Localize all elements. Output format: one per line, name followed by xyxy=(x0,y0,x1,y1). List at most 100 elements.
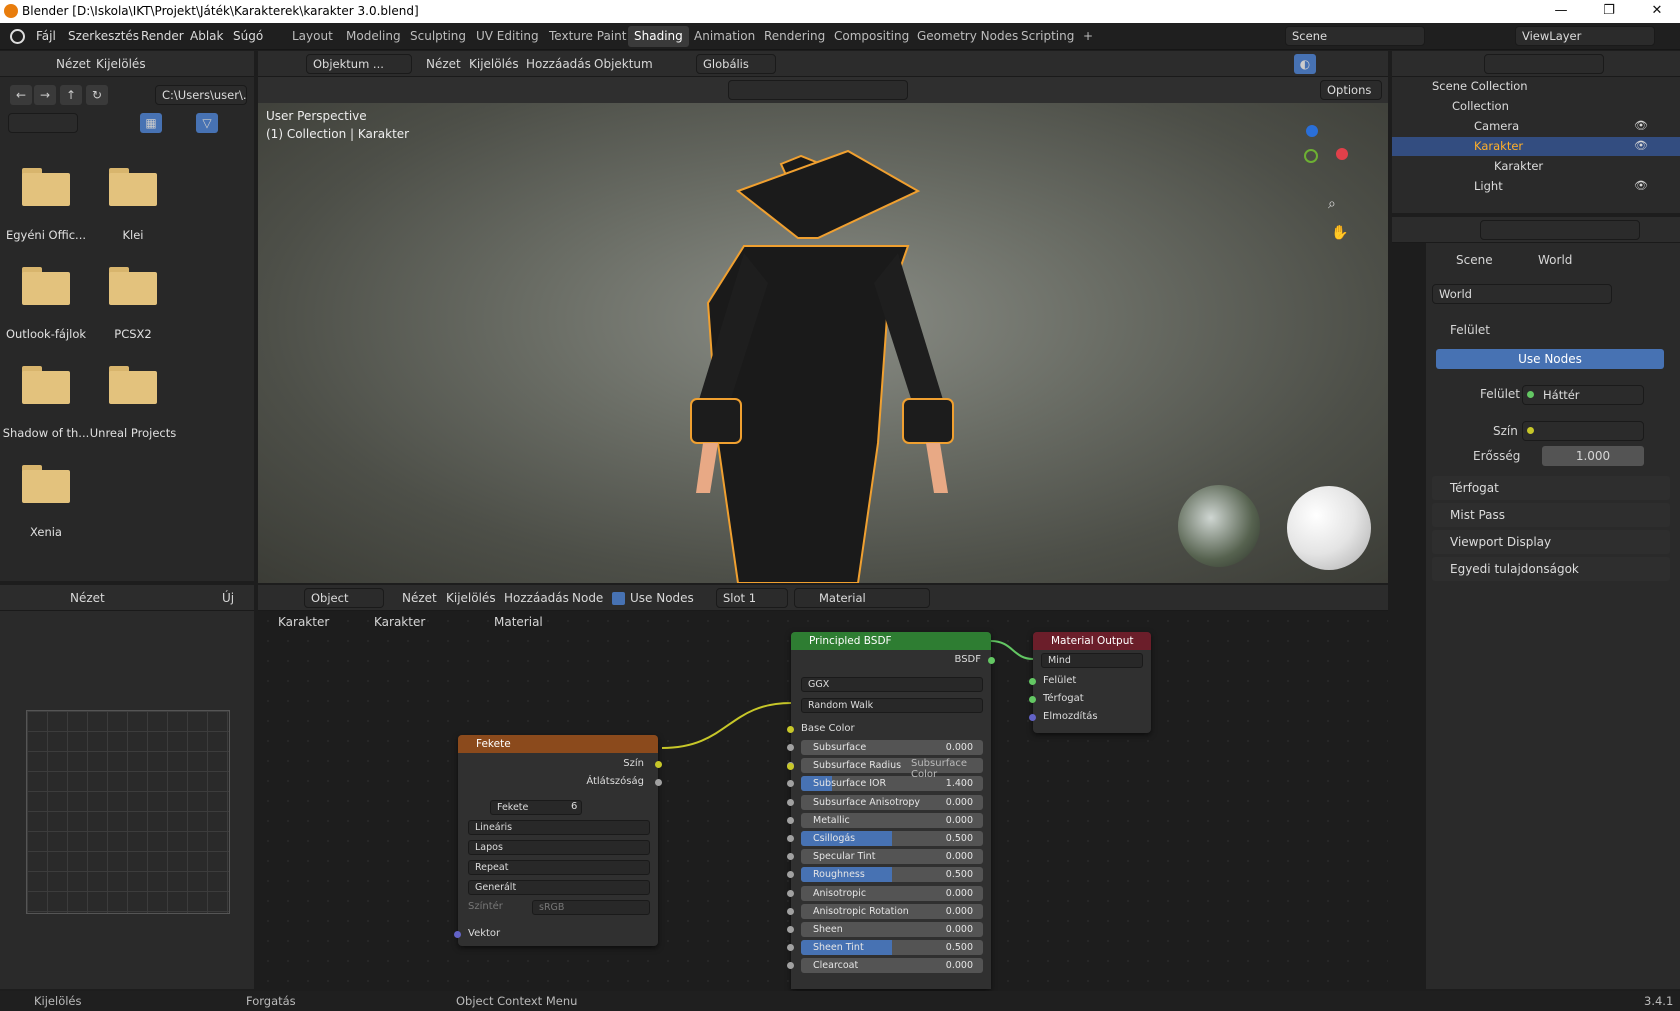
distribution-dropdown[interactable]: GGX xyxy=(801,677,983,692)
back-arrow-icon[interactable]: ← xyxy=(10,85,32,105)
menu-help[interactable]: Súgó xyxy=(233,29,263,43)
bsdf-slider[interactable]: Csillogás 0.500 xyxy=(801,831,983,846)
surface-socket-icon[interactable] xyxy=(1029,678,1036,685)
section-surface[interactable]: Felület xyxy=(1432,318,1670,342)
menu-file[interactable]: Fájl xyxy=(36,29,56,43)
section-mist-pass[interactable]: Mist Pass xyxy=(1432,503,1670,527)
folder-icon[interactable] xyxy=(22,267,70,305)
tab-sculpting[interactable]: Sculpting xyxy=(404,26,472,47)
use-nodes-checkbox[interactable] xyxy=(612,592,625,605)
properties-search-input[interactable] xyxy=(1480,220,1640,240)
outliner-item-scene-collection[interactable]: Scene Collection xyxy=(1432,77,1528,96)
zoom-icon[interactable]: ⌕ xyxy=(1328,196,1350,218)
outliner-search-input[interactable] xyxy=(1484,54,1604,74)
material-field[interactable]: Material xyxy=(794,588,930,608)
menu-window[interactable]: Ablak xyxy=(190,29,223,43)
alpha-socket-icon[interactable] xyxy=(655,779,662,786)
gizmo-x-axis-icon[interactable] xyxy=(1336,148,1348,160)
scene-selector[interactable]: Scene xyxy=(1285,26,1425,46)
world-datablock-field[interactable]: World xyxy=(1432,284,1612,304)
folder-label[interactable]: Unreal Projects xyxy=(89,426,177,440)
filter-icon[interactable]: ▽ xyxy=(196,113,218,133)
bsdf-slider[interactable]: Specular Tint 0.000 xyxy=(801,849,983,865)
input-socket-icon[interactable] xyxy=(787,780,794,788)
minimize-button[interactable]: — xyxy=(1538,0,1584,23)
thumbnail-view-icon[interactable]: ▦ xyxy=(140,113,162,133)
sss-method-dropdown[interactable]: Random Walk xyxy=(801,698,983,713)
tab-layout[interactable]: Layout xyxy=(286,26,339,47)
crumb-mesh[interactable]: Karakter xyxy=(374,615,425,629)
ne-menu-select[interactable]: Kijelölés xyxy=(446,589,496,609)
bsdf-slider[interactable]: Subsurface Anisotropy 0.000 xyxy=(801,794,983,810)
tab-uv-editing[interactable]: UV Editing xyxy=(470,26,545,47)
surface-shader-field[interactable]: Háttér xyxy=(1522,385,1644,405)
crumb-material[interactable]: Material xyxy=(494,615,543,629)
ne-menu-view[interactable]: Nézet xyxy=(402,589,437,609)
input-socket-icon[interactable] xyxy=(787,853,794,861)
node-type-selector[interactable]: Object xyxy=(304,588,384,608)
folder-icon[interactable] xyxy=(22,465,70,503)
crumb-world[interactable]: World xyxy=(1538,253,1572,267)
mode-selector[interactable]: Objektum ... xyxy=(306,54,412,74)
tab-scripting[interactable]: Scripting xyxy=(1015,26,1080,47)
input-socket-icon[interactable] xyxy=(787,835,794,842)
displacement-socket-icon[interactable] xyxy=(1029,714,1036,721)
slot-selector[interactable]: Slot 1 xyxy=(716,588,788,608)
options-button[interactable]: Options xyxy=(1320,80,1382,100)
folder-label[interactable]: Egyéni Offic... xyxy=(2,228,90,242)
menu-edit[interactable]: Szerkesztés xyxy=(68,29,139,43)
sss-color-socket-icon[interactable] xyxy=(787,763,794,771)
visibility-eye-icon[interactable]: 👁 xyxy=(1634,179,1648,192)
gizmo-y-axis-icon[interactable] xyxy=(1304,149,1318,163)
bsdf-socket-icon[interactable] xyxy=(988,657,995,664)
ie-new-button[interactable]: Új xyxy=(222,589,234,609)
crumb-object[interactable]: Karakter xyxy=(278,615,329,629)
tab-geometry-nodes[interactable]: Geometry Nodes xyxy=(911,26,1024,47)
folder-icon[interactable] xyxy=(109,168,157,206)
bsdf-slider[interactable]: Sheen Tint 0.500 xyxy=(801,940,983,956)
color-socket-icon[interactable] xyxy=(655,761,662,768)
input-socket-icon[interactable] xyxy=(787,816,794,824)
crumb-scene[interactable]: Scene xyxy=(1456,253,1493,267)
ie-menu-view[interactable]: Nézet xyxy=(70,589,105,609)
orientation-selector[interactable]: Globális xyxy=(696,54,776,74)
interpolation-dropdown[interactable]: Lineáris xyxy=(468,820,650,835)
folder-label[interactable]: Outlook-fájlok xyxy=(2,327,90,341)
tab-rendering[interactable]: Rendering xyxy=(758,26,831,47)
viewlayer-selector[interactable]: ViewLayer xyxy=(1515,26,1655,46)
bsdf-slider[interactable]: Subsurface 0.000 xyxy=(801,740,983,755)
pan-hand-icon[interactable]: ✋ xyxy=(1331,225,1348,241)
outliner-item-light[interactable]: Light xyxy=(1474,177,1503,196)
input-socket-icon[interactable] xyxy=(787,798,794,806)
section-viewport-display[interactable]: Viewport Display xyxy=(1432,530,1670,554)
outliner-item-karakter[interactable]: Karakter xyxy=(1474,137,1523,156)
section-volume[interactable]: Térfogat xyxy=(1432,476,1670,500)
outliner-item-karakter-mesh[interactable]: Karakter xyxy=(1494,157,1543,176)
vp-search-input[interactable] xyxy=(728,80,908,100)
bsdf-slider[interactable]: Clearcoat 0.000 xyxy=(801,958,983,974)
vp-menu-object[interactable]: Objektum xyxy=(594,55,653,75)
input-socket-icon[interactable] xyxy=(787,744,794,751)
vp-menu-add[interactable]: Hozzáadás xyxy=(526,55,591,75)
ne-menu-add[interactable]: Hozzáadás xyxy=(504,589,569,609)
parent-dir-icon[interactable]: ↑ xyxy=(60,85,82,105)
tab-modeling[interactable]: Modeling xyxy=(340,26,407,47)
refresh-icon[interactable]: ↻ xyxy=(86,85,108,105)
folder-icon[interactable] xyxy=(109,267,157,305)
tab-compositing[interactable]: Compositing xyxy=(828,26,915,47)
principled-bsdf-node[interactable]: Principled BSDF BSDF GGX Random Walk Bas… xyxy=(787,632,995,989)
forward-arrow-icon[interactable]: → xyxy=(34,85,56,105)
strength-slider[interactable]: 1.000 xyxy=(1542,446,1644,466)
visibility-eye-icon[interactable]: 👁 xyxy=(1634,139,1648,152)
bsdf-slider[interactable]: Sheen 0.000 xyxy=(801,922,983,937)
bsdf-slider[interactable]: Anisotropic Rotation 0.000 xyxy=(801,903,983,919)
image-grid-canvas[interactable] xyxy=(26,710,230,914)
source-dropdown[interactable]: Generált xyxy=(468,880,650,895)
outliner-item-collection[interactable]: Collection xyxy=(1452,97,1509,116)
extension-dropdown[interactable]: Repeat xyxy=(468,860,650,875)
volume-socket-icon[interactable] xyxy=(1029,696,1036,703)
input-socket-icon[interactable] xyxy=(787,944,794,952)
close-button[interactable]: ✕ xyxy=(1634,0,1680,23)
bsdf-slider[interactable]: Metallic 0.000 xyxy=(801,812,983,828)
vector-socket-icon[interactable] xyxy=(454,931,461,938)
